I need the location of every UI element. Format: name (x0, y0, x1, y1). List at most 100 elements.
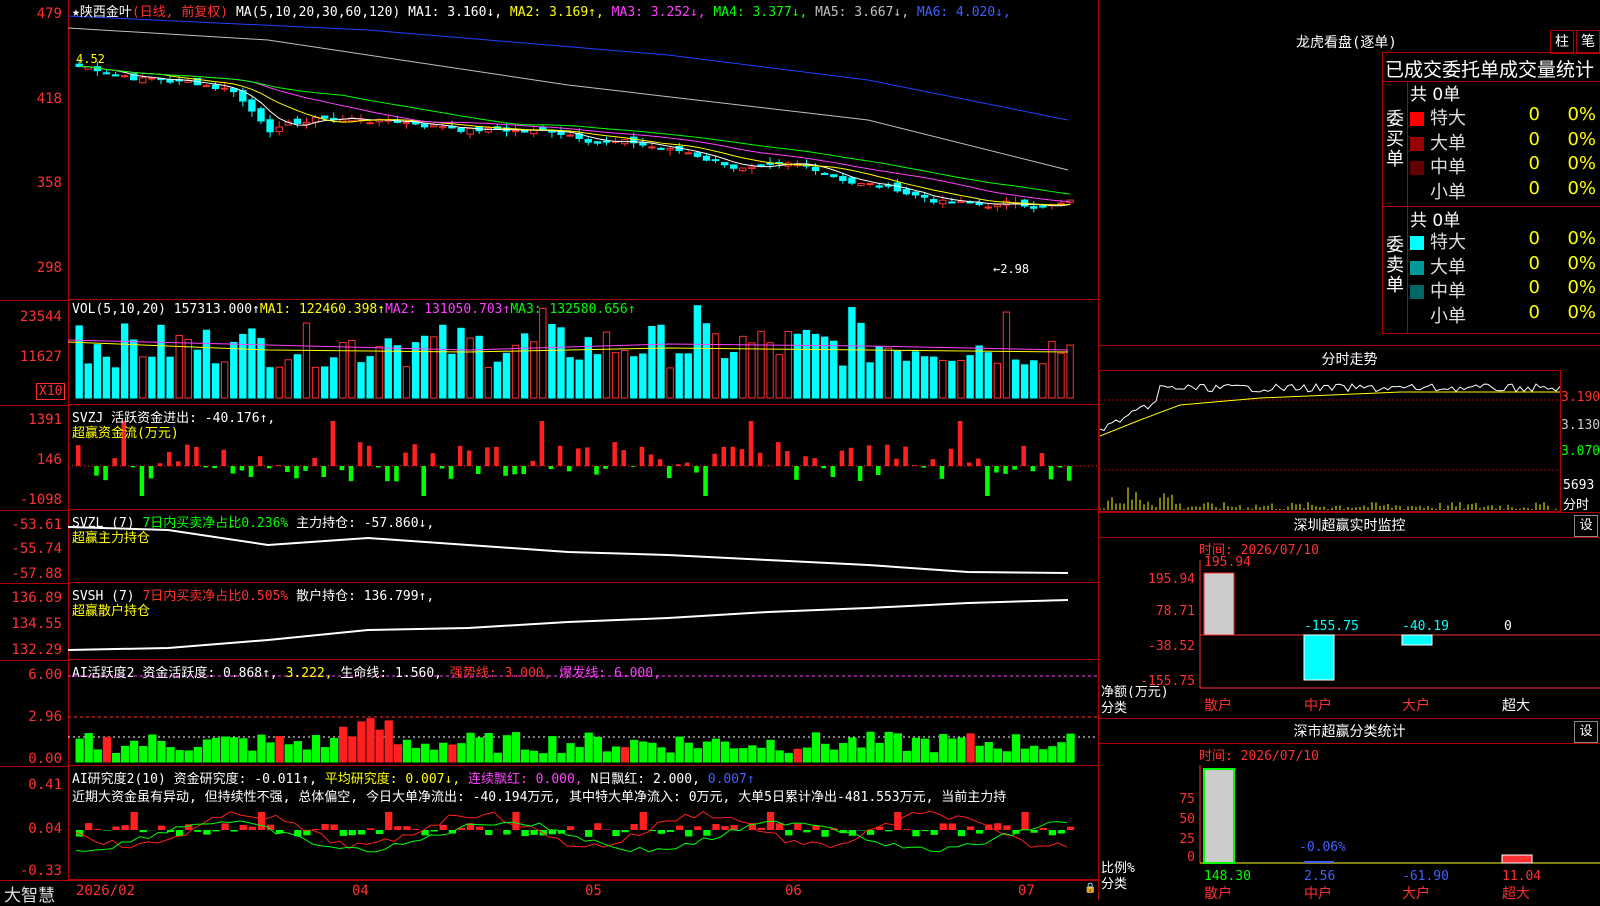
flow-bar (649, 454, 654, 466)
flow-bar (249, 466, 254, 477)
dragon-title: 龙虎看盘(逐单) (1296, 32, 1397, 52)
flow-bar (421, 466, 426, 496)
svzj-tick: -1098 (20, 492, 62, 508)
activity-bar (231, 738, 238, 762)
activity-bar (476, 738, 483, 762)
volume-bar (349, 341, 355, 398)
activity-bar (358, 722, 365, 762)
volume-bar (403, 367, 409, 398)
lock-icon[interactable]: 🔒 (1084, 883, 1096, 894)
sz-settings-button[interactable]: 设 (1574, 515, 1598, 537)
cls-chart-svg[interactable]: 7550250148.302.56-61.9011.04散户中户大户超大 (1100, 745, 1600, 900)
candle-body (585, 139, 591, 142)
volume-bar (867, 363, 873, 398)
activity-bar (712, 739, 719, 762)
volume-bar (649, 326, 655, 398)
volume-bar (321, 367, 327, 398)
svsh-axis: 136.89 134.55 132.29 (0, 583, 69, 661)
research-bar (621, 830, 628, 832)
stock-name[interactable]: ★陕西金叶 (72, 5, 132, 20)
flow-bar (531, 461, 536, 466)
row-name: 大单 (1430, 133, 1466, 154)
volume-bar (203, 330, 209, 398)
volume-bar (749, 343, 755, 398)
candle-body (294, 119, 300, 123)
candle-body (103, 73, 109, 74)
volume-bar (758, 331, 764, 398)
activity-bar (521, 750, 528, 762)
x-label: 04 (352, 883, 369, 899)
activity-bar (1031, 746, 1038, 762)
research-bar (631, 824, 638, 830)
research-bar (640, 812, 647, 830)
activity-bar (767, 740, 774, 762)
flow-bar (667, 466, 672, 478)
volume-bar (940, 361, 946, 398)
candle-body (994, 205, 1000, 207)
cls-bar-retail (1204, 769, 1234, 863)
flow-bar (658, 459, 663, 466)
activity-bar (1012, 735, 1019, 762)
research-bar (603, 829, 610, 830)
row-count: 0 (1529, 104, 1540, 125)
row-percent: 0% (1567, 129, 1596, 150)
candle-body (594, 142, 600, 143)
vol-unit-badge[interactable]: X10 (36, 383, 65, 400)
research-bar (585, 830, 592, 837)
ai1-burst-line: 爆发线: 6.000, (559, 666, 661, 681)
activity-bar (403, 740, 410, 762)
period-label[interactable]: (日线, 前复权) (132, 5, 228, 20)
flow-bar (240, 466, 245, 471)
activity-bar (503, 736, 510, 762)
activity-bar (740, 749, 747, 762)
activity-bar (158, 741, 165, 762)
volume-bar (594, 355, 600, 398)
volume-bar (731, 352, 737, 398)
volume-bar (558, 328, 564, 398)
volume-bar (121, 324, 127, 398)
candle-body (1058, 203, 1064, 204)
svsh-subtitle: 超赢散户持仓 (72, 600, 150, 619)
activity-bar (685, 743, 692, 762)
volume-bar (412, 343, 418, 398)
flow-bar (703, 466, 708, 496)
research-bar (921, 830, 928, 831)
flow-bar (485, 447, 490, 466)
bar-mode-button[interactable]: 柱 (1550, 30, 1574, 54)
minute-svg[interactable] (1100, 370, 1560, 510)
volume-bar (285, 360, 291, 398)
research-bar (976, 830, 983, 834)
research-bar (1021, 812, 1028, 830)
high-price-label: 4.52 (76, 52, 105, 66)
volume-bar (167, 357, 173, 398)
activity-bar (931, 753, 938, 762)
activity-bar (794, 749, 801, 762)
row-count: 0 (1529, 129, 1540, 150)
svzl-axis: -53.61 -55.74 -57.88 (0, 510, 69, 584)
candle-body (640, 143, 646, 145)
sz-chart-svg[interactable]: 195.9478.71-38.52-155.75195.94-155.75-40… (1100, 540, 1600, 716)
cls-settings-button[interactable]: 设 (1574, 721, 1598, 743)
sz-title: 深圳超赢实时监控 (1099, 515, 1600, 535)
research-bar (249, 827, 256, 830)
candle-body (976, 203, 982, 205)
research-bar (521, 830, 528, 836)
svsh-hold: 散户持仓: 136.799↑, (296, 589, 434, 604)
minute-title: 分时走势 (1099, 349, 1600, 369)
activity-bar (1040, 750, 1047, 762)
volume-bar (140, 357, 146, 398)
candle-body (367, 123, 373, 124)
candle-body (249, 100, 255, 111)
flow-bar (258, 456, 263, 466)
volume-bar (249, 329, 255, 398)
volume-bar (258, 339, 264, 398)
candle-body (1031, 207, 1037, 209)
volume-bar (767, 343, 773, 398)
ai2-n-red: N日飘红: 2.000, (590, 772, 699, 787)
volume-bar (185, 339, 191, 398)
flow-bar (585, 447, 590, 466)
research-bar (1031, 830, 1038, 833)
tick-mode-button[interactable]: 笔 (1576, 30, 1600, 54)
brand-label[interactable]: 大智慧 (4, 881, 55, 906)
main-chart-svg[interactable] (68, 0, 1098, 880)
